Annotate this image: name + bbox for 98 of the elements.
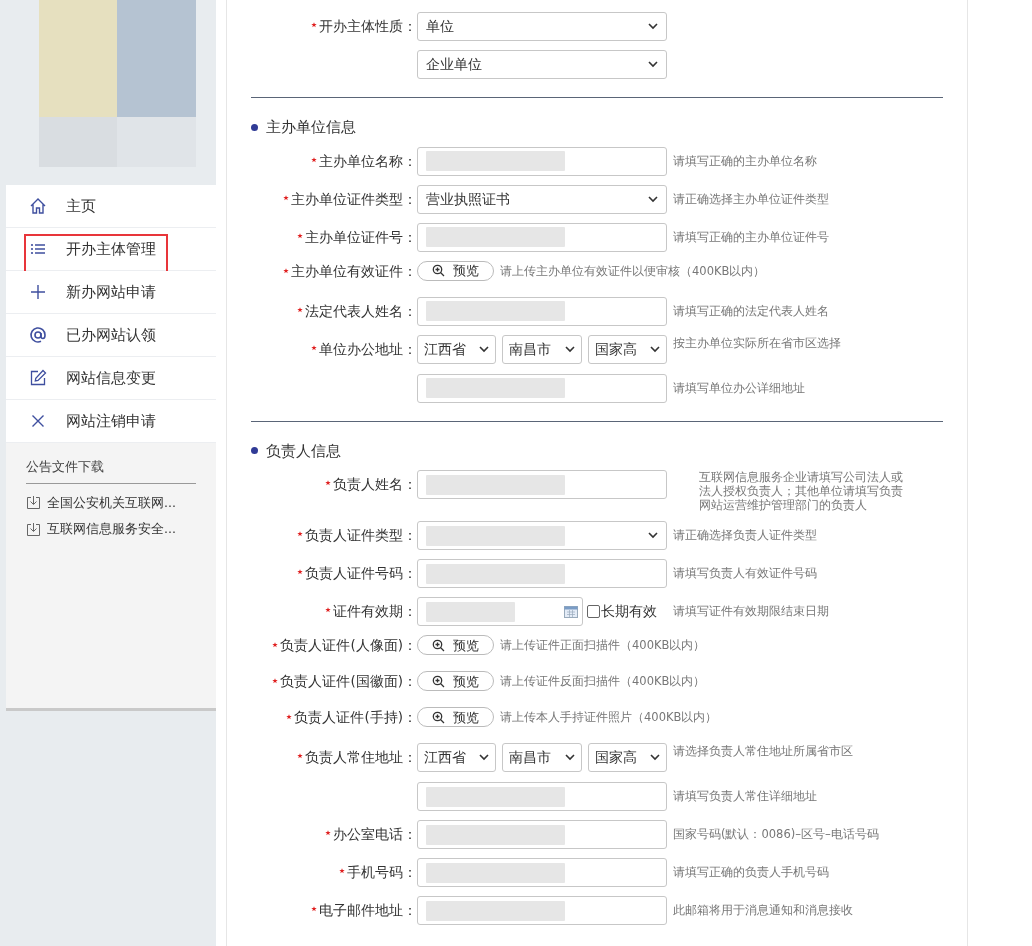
field-label: 主办单位名称： xyxy=(319,151,417,171)
dropdown[interactable] xyxy=(417,521,667,550)
dropdown[interactable]: 南昌市 xyxy=(502,743,582,772)
field-label: 负责人姓名： xyxy=(333,475,417,494)
dropdown[interactable]: 营业执照证书 xyxy=(417,184,667,214)
dropdown[interactable]: 企业单位 xyxy=(417,50,667,79)
dropdown[interactable]: 国家高 xyxy=(587,334,667,364)
input-field[interactable] xyxy=(417,820,667,849)
field-label: 负责人常住地址： xyxy=(305,748,417,767)
field-label: 开办主体性质： xyxy=(319,17,417,36)
download-link[interactable]: 全国公安机关互联网... xyxy=(26,493,196,513)
preview-button[interactable]: 预览 xyxy=(417,707,494,727)
field-label: 办公室电话： xyxy=(333,825,417,844)
hint-text: 请上传证件正面扫描件（400KB以内） xyxy=(499,637,706,654)
caret-icon xyxy=(479,754,490,761)
field-label: 主办单位有效证件： xyxy=(291,261,417,281)
caret-icon xyxy=(650,345,660,353)
input-field[interactable] xyxy=(417,858,667,887)
dropdown[interactable]: 江西省 xyxy=(417,334,497,364)
calendar-icon xyxy=(564,606,578,618)
input-field[interactable] xyxy=(417,559,667,588)
preview-button[interactable]: 预览 xyxy=(417,635,494,655)
section-title: 公告文件下载 xyxy=(26,457,196,484)
caret-icon xyxy=(564,754,575,761)
input-field[interactable] xyxy=(417,146,667,176)
field-label: 手机号码： xyxy=(347,863,417,882)
field-label: 负责人证件(国徽面)： xyxy=(280,672,417,691)
input-field[interactable] xyxy=(417,782,667,811)
hint-text: 此邮箱将用于消息通知和消息接收 xyxy=(672,902,853,919)
menu-item[interactable]: 开办主体管理 xyxy=(6,228,216,271)
hint-text: 请上传证件反面扫描件（400KB以内） xyxy=(499,673,706,690)
bullet-dot xyxy=(251,123,258,131)
hint-text: 请上传主办单位有效证件以便审核（400KB以内） xyxy=(499,262,766,280)
input-field[interactable] xyxy=(417,296,667,326)
download-icon xyxy=(26,495,41,511)
hint-text: 请选择负责人常住地址所属省市区 xyxy=(672,743,853,759)
hint-text: 请填写证件有效期限结束日期 xyxy=(672,603,829,620)
input-field[interactable] xyxy=(417,373,667,403)
field-label: 法定代表人姓名： xyxy=(305,301,417,321)
checkbox[interactable] xyxy=(587,605,600,618)
dropdown[interactable]: 南昌市 xyxy=(502,334,582,364)
hint-text: 请填写正确的主办单位名称 xyxy=(672,152,817,170)
caret-icon xyxy=(648,532,658,539)
field-label: 主办单位证件号： xyxy=(305,227,417,247)
zoom-in-icon xyxy=(432,264,445,277)
hint-text: 请上传本人手持证件照片（400KB以内） xyxy=(499,709,718,726)
hint-text: 请填写正确的法定代表人姓名 xyxy=(672,302,829,320)
edit-icon xyxy=(28,368,48,388)
field-label: 电子邮件地址： xyxy=(319,901,417,920)
plus-icon xyxy=(28,282,48,302)
input-field[interactable] xyxy=(417,597,583,626)
hint-text: 请填写单位办公详细地址 xyxy=(672,379,805,397)
menu-item[interactable]: 主页 xyxy=(6,185,216,228)
field-label: 负责人证件(人像面)： xyxy=(280,636,417,655)
caret-icon xyxy=(564,345,575,353)
field-label: 负责人证件(手持)： xyxy=(294,708,417,727)
zoom-in-icon xyxy=(432,674,445,688)
download-link[interactable]: 互联网信息服务安全... xyxy=(26,520,196,539)
preview-button[interactable]: 预览 xyxy=(417,671,494,691)
section-heading: 负责人信息 xyxy=(266,440,341,462)
caret-icon xyxy=(648,195,658,203)
field-label: 证件有效期： xyxy=(333,602,417,621)
menu-item[interactable]: 网站注销申请 xyxy=(6,400,216,443)
hint-text: 请填写正确的负责人手机号码 xyxy=(672,864,829,881)
input-field[interactable] xyxy=(417,896,667,925)
hint-text: 互联网信息服务企业请填写公司法人或法人授权负责人；其他单位请填写负责网站运营维护管理部门的负责人 xyxy=(698,470,904,512)
input-field[interactable] xyxy=(417,470,667,499)
caret-icon xyxy=(650,754,660,761)
input-field[interactable] xyxy=(417,222,667,252)
hint-text: 按主办单位实际所在省市区选择 xyxy=(672,334,841,351)
field-label: 主办单位证件类型： xyxy=(291,189,417,209)
at-sign-icon xyxy=(28,325,48,345)
menu-item[interactable]: 新办网站申请 xyxy=(6,271,216,314)
home-icon xyxy=(28,196,48,216)
bullet-dot xyxy=(251,447,258,455)
hint-text: 国家号码(默认：0086)–区号–电话号码 xyxy=(672,826,879,843)
preview-button[interactable]: 预览 xyxy=(417,260,494,281)
checkbox-label: 长期有效 xyxy=(601,602,657,622)
menu-item[interactable]: 已办网站认领 xyxy=(6,314,216,357)
field-label: 负责人证件号码： xyxy=(305,564,417,583)
dropdown[interactable]: 单位 xyxy=(417,12,667,41)
hint-text: 请填写负责人有效证件号码 xyxy=(672,565,817,582)
hint-text: 请正确选择主办单位证件类型 xyxy=(672,190,829,208)
zoom-in-icon xyxy=(432,638,445,652)
field-label: 负责人证件类型： xyxy=(305,526,417,545)
section-heading: 主办单位信息 xyxy=(266,117,356,138)
caret-icon xyxy=(648,61,658,68)
dropdown[interactable]: 江西省 xyxy=(417,743,497,772)
field-label: 单位办公地址： xyxy=(319,339,417,359)
hint-text: 请填写正确的主办单位证件号 xyxy=(672,228,829,246)
hint-text: 请正确选择负责人证件类型 xyxy=(672,527,817,544)
zoom-in-icon xyxy=(432,710,445,724)
download-icon xyxy=(26,522,41,538)
caret-icon xyxy=(479,345,490,353)
menu-item[interactable]: 网站信息变更 xyxy=(6,357,216,400)
hint-text: 请填写负责人常住详细地址 xyxy=(672,788,817,805)
caret-icon xyxy=(648,23,658,30)
dropdown[interactable]: 国家高 xyxy=(587,743,667,772)
